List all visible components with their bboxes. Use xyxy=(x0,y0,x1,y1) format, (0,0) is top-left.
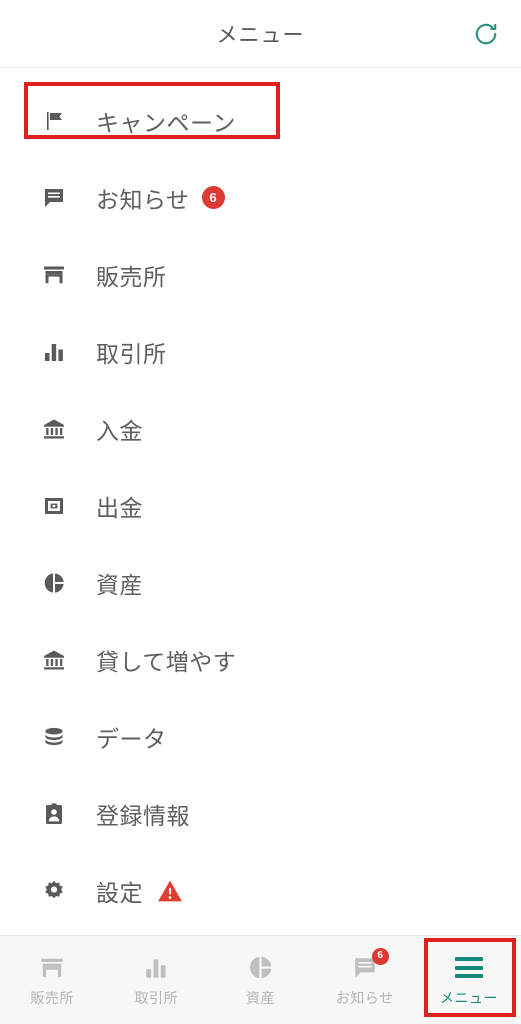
menu-item-label: 資産 xyxy=(96,571,143,598)
pie-chart-icon xyxy=(244,953,278,983)
bank-icon xyxy=(36,411,72,447)
gear-icon xyxy=(36,873,72,909)
menu-list: キャンペーン お知らせ 6 販売所 取引所 入金 出金 資産 貸して増やす デー… xyxy=(0,68,521,935)
storefront-icon xyxy=(35,953,69,983)
pie-chart-icon xyxy=(36,565,72,601)
nav-tab-menu[interactable]: メニュー xyxy=(417,936,521,1024)
menu-item-deposit[interactable]: 入金 xyxy=(0,390,521,467)
wallet-icon xyxy=(36,488,72,524)
bar-chart-icon xyxy=(36,334,72,370)
nav-tab-sales-office[interactable]: 販売所 xyxy=(0,936,104,1024)
nav-tab-assets[interactable]: 資産 xyxy=(208,936,312,1024)
nav-tab-label: お知らせ xyxy=(335,989,394,1006)
menu-item-sales-office[interactable]: 販売所 xyxy=(0,236,521,313)
menu-item-label: 販売所 xyxy=(96,263,167,290)
page-title: メニュー xyxy=(216,23,305,47)
storefront-icon xyxy=(36,257,72,293)
menu-item-label: データ xyxy=(96,725,167,752)
refresh-icon[interactable] xyxy=(469,17,503,51)
bar-chart-icon xyxy=(139,953,173,983)
flag-icon xyxy=(36,103,72,139)
nav-tab-label: メニュー xyxy=(439,989,498,1006)
menu-item-label: 貸して増やす xyxy=(96,648,237,675)
nav-tab-label: 資産 xyxy=(246,989,275,1006)
menu-item-label: お知らせ xyxy=(96,186,190,213)
announcement-icon xyxy=(36,180,72,216)
menu-item-account-info[interactable]: 登録情報 xyxy=(0,775,521,852)
menu-item-campaign[interactable]: キャンペーン xyxy=(0,82,521,159)
menu-item-assets[interactable]: 資産 xyxy=(0,544,521,621)
status-badge: 6 xyxy=(201,186,225,209)
announcement-icon: 6 xyxy=(348,947,389,983)
app-header: メニュー xyxy=(0,0,521,68)
bottom-navigation-bar: 販売所 取引所 資産 6 お知らせ メニュー xyxy=(0,935,521,1024)
nav-tab-label: 販売所 xyxy=(30,989,74,1006)
nav-tab-announcements[interactable]: 6 お知らせ xyxy=(313,936,417,1024)
menu-item-settings[interactable]: 設定 xyxy=(0,852,521,929)
hamburger-icon xyxy=(452,953,486,983)
menu-item-label: 設定 xyxy=(96,879,143,906)
menu-item-data[interactable]: データ xyxy=(0,698,521,775)
database-icon xyxy=(36,719,72,755)
status-badge: 6 xyxy=(371,947,389,965)
nav-tab-label: 取引所 xyxy=(134,989,179,1006)
menu-item-label: キャンペーン xyxy=(96,109,236,136)
menu-item-announcements[interactable]: お知らせ 6 xyxy=(0,159,521,236)
menu-screen: メニュー キャンペーン お知らせ 6 販売所 取引所 入金 出金 資産 貸して増… xyxy=(0,0,521,1024)
menu-item-label: 入金 xyxy=(96,417,143,444)
nav-tab-exchange[interactable]: 取引所 xyxy=(104,936,208,1024)
id-badge-icon xyxy=(36,796,72,832)
warning-triangle-icon xyxy=(157,879,183,903)
bank-icon xyxy=(36,642,72,678)
menu-item-label: 取引所 xyxy=(96,340,167,367)
menu-item-label: 登録情報 xyxy=(96,802,190,829)
menu-item-label: 出金 xyxy=(96,494,143,521)
menu-item-withdraw[interactable]: 出金 xyxy=(0,467,521,544)
menu-item-exchange[interactable]: 取引所 xyxy=(0,313,521,390)
menu-item-lending[interactable]: 貸して増やす xyxy=(0,621,521,698)
